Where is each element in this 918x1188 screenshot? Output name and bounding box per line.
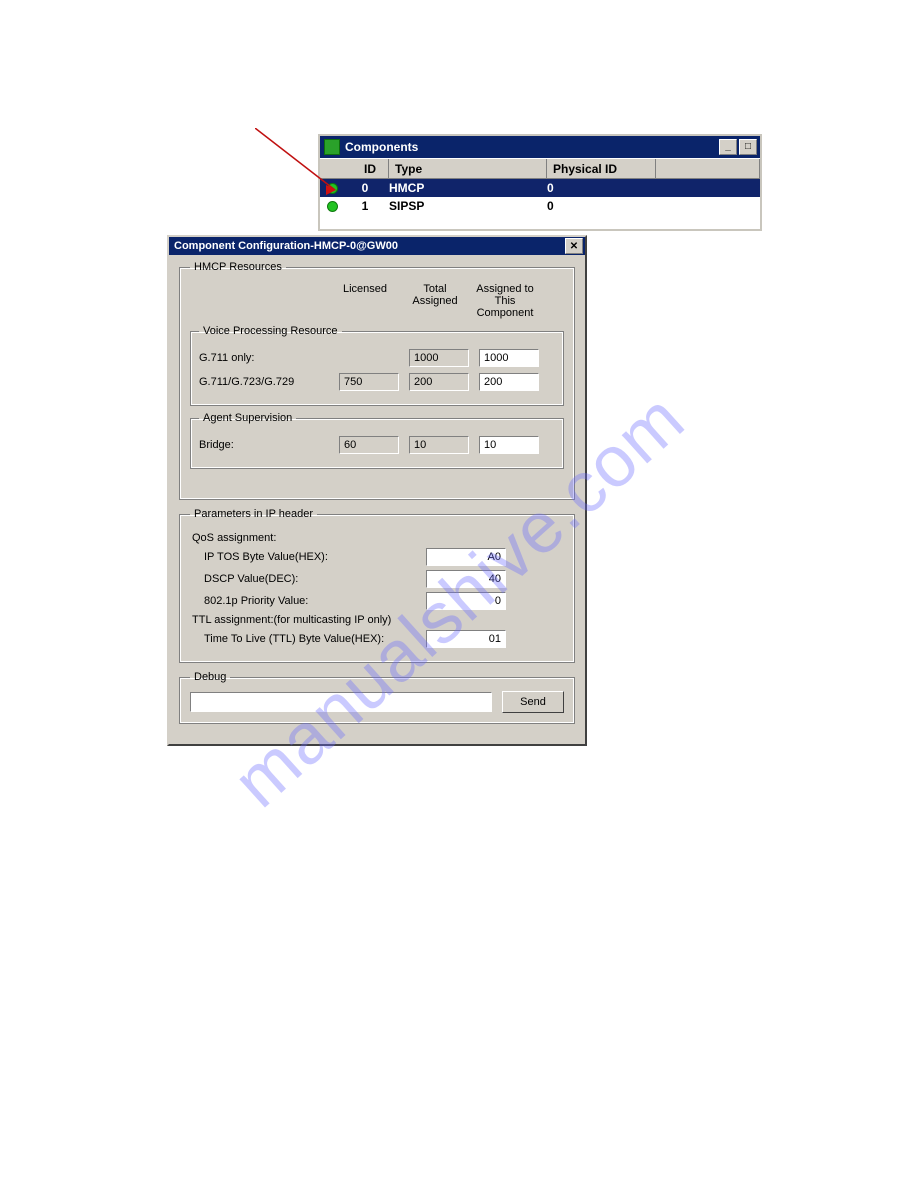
voice-total-field: 200 [409, 373, 469, 391]
qos-value-field[interactable]: 40 [426, 570, 506, 588]
components-header-tail [656, 159, 760, 179]
row-id: 0 [341, 181, 389, 195]
config-body: HMCP Resources Licensed TotalAssigned As… [169, 255, 585, 744]
row-phys: 0 [547, 199, 656, 213]
voice-label: G.711 only: [199, 352, 339, 364]
debug-legend: Debug [190, 671, 230, 683]
config-dialog: Component Configuration-HMCP-0@GW00 ✕ HM… [167, 235, 587, 746]
ttl-row: Time To Live (TTL) Byte Value(HEX): 01 [190, 630, 564, 648]
row-id: 1 [341, 199, 389, 213]
components-header-id[interactable]: ID [338, 159, 389, 179]
agent-assigned-field[interactable]: 10 [479, 436, 539, 454]
ip-params-group: Parameters in IP header QoS assignment: … [179, 508, 575, 663]
components-header-phys[interactable]: Physical ID [547, 159, 656, 179]
minimize-button[interactable]: _ [719, 139, 737, 155]
voice-assigned-field[interactable]: 1000 [479, 349, 539, 367]
agent-licensed-field: 60 [339, 436, 399, 454]
components-header: ID Type Physical ID [320, 158, 760, 179]
row-phys: 0 [547, 181, 656, 195]
row-type: HMCP [389, 181, 547, 195]
status-cell [323, 201, 341, 212]
row-type: SIPSP [389, 199, 547, 213]
qos-label: DSCP Value(DEC): [190, 573, 426, 585]
pointer-arrowhead-icon [326, 185, 336, 195]
ttl-section-label: TTL assignment:(for multicasting IP only… [192, 614, 564, 626]
voice-total-field: 1000 [409, 349, 469, 367]
config-title: Component Configuration-HMCP-0@GW00 [174, 240, 565, 252]
table-row[interactable]: 1 SIPSP 0 [320, 197, 760, 215]
voice-licensed-field: 750 [339, 373, 399, 391]
components-title: Components [345, 140, 719, 154]
config-titlebar: Component Configuration-HMCP-0@GW00 ✕ [169, 237, 585, 255]
voice-row-g711-723-729: G.711/G.723/G.729 750 200 200 [199, 373, 555, 391]
components-body: ID Type Physical ID 0 HMCP 0 1 SIPSP 0 [320, 158, 760, 229]
close-button[interactable]: ✕ [565, 238, 583, 254]
voice-label: G.711/G.723/G.729 [199, 376, 339, 388]
components-empty-area [320, 215, 760, 229]
status-dot-icon [327, 201, 338, 212]
qos-row-tos: IP TOS Byte Value(HEX): A0 [190, 548, 564, 566]
qos-value-field[interactable]: 0 [426, 592, 506, 610]
voice-row-g711: G.711 only: 1000 1000 [199, 349, 555, 367]
debug-input[interactable] [190, 692, 492, 712]
col-assigned: Assigned toThisComponent [470, 283, 540, 319]
hmcp-resources-legend: HMCP Resources [190, 261, 286, 273]
ttl-label: Time To Live (TTL) Byte Value(HEX): [190, 633, 426, 645]
qos-row-dscp: DSCP Value(DEC): 40 [190, 570, 564, 588]
agent-row-bridge: Bridge: 60 10 10 [199, 436, 555, 454]
maximize-button[interactable]: □ [739, 139, 757, 155]
table-row[interactable]: 0 HMCP 0 [320, 179, 760, 197]
agent-supervision-legend: Agent Supervision [199, 412, 296, 424]
col-licensed: Licensed [330, 283, 400, 319]
col-total: TotalAssigned [400, 283, 470, 319]
agent-total-field: 10 [409, 436, 469, 454]
hmcp-resources-group: HMCP Resources Licensed TotalAssigned As… [179, 261, 575, 500]
qos-section-label: QoS assignment: [192, 532, 564, 544]
voice-processing-group: Voice Processing Resource G.711 only: 10… [190, 325, 564, 406]
components-header-type[interactable]: Type [389, 159, 547, 179]
agent-label: Bridge: [199, 439, 339, 451]
qos-label: IP TOS Byte Value(HEX): [190, 551, 426, 563]
ip-params-legend: Parameters in IP header [190, 508, 317, 520]
voice-processing-legend: Voice Processing Resource [199, 325, 342, 337]
agent-supervision-group: Agent Supervision Bridge: 60 10 10 [190, 412, 564, 469]
voice-assigned-field[interactable]: 200 [479, 373, 539, 391]
qos-row-8021p: 802.1p Priority Value: 0 [190, 592, 564, 610]
send-button[interactable]: Send [502, 691, 564, 713]
ttl-value-field[interactable]: 01 [426, 630, 506, 648]
components-window: Components _ □ ID Type Physical ID 0 HMC… [318, 134, 762, 231]
hmcp-column-headers: Licensed TotalAssigned Assigned toThisCo… [190, 283, 564, 319]
qos-value-field[interactable]: A0 [426, 548, 506, 566]
qos-label: 802.1p Priority Value: [190, 595, 426, 607]
components-titlebar: Components _ □ [320, 136, 760, 158]
debug-group: Debug Send [179, 671, 575, 724]
